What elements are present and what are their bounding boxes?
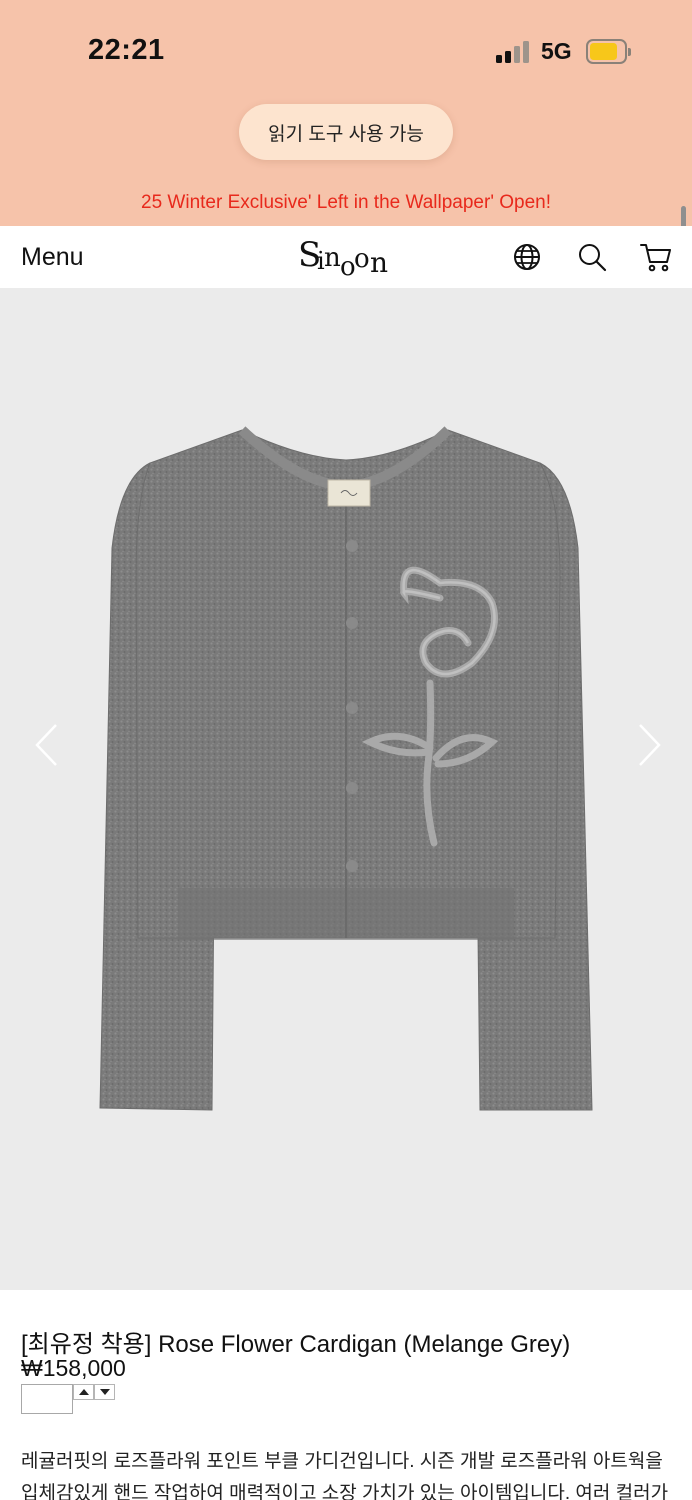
product-gallery[interactable]	[0, 288, 692, 1290]
globe-icon[interactable]	[511, 241, 543, 273]
reader-tool-button[interactable]: 읽기 도구 사용 가능	[239, 104, 453, 160]
product-image	[99, 426, 593, 1111]
product-title: [최유정 착용] Rose Flower Cardigan (Melange G…	[21, 1331, 571, 1358]
chevron-right-icon	[639, 724, 661, 766]
svg-text:S: S	[298, 236, 319, 275]
site-header: Menu S i n o o n	[0, 226, 692, 288]
quantity-input[interactable]	[21, 1384, 73, 1414]
status-time: 22:21	[88, 34, 165, 66]
product-price: ₩158,000	[21, 1355, 126, 1381]
logo[interactable]: S i n o o n	[298, 235, 394, 289]
top-banner-area: 22:21 5G 읽기 도구 사용 가능 25 Winter Exclusive…	[0, 0, 692, 226]
signal-icon	[496, 41, 532, 63]
chevron-left-icon	[35, 724, 57, 766]
promo-banner-link[interactable]: 25 Winter Exclusive' Left in the Wallpap…	[0, 192, 692, 214]
search-icon[interactable]	[576, 241, 608, 273]
caret-up-icon	[78, 1389, 89, 1395]
svg-text:o: o	[354, 244, 369, 274]
product-description-line: 레귤러핏의 로즈플라워 포인트 부클 가디건입니다. 시즌 개발 로즈플라워 아…	[21, 1451, 663, 1472]
svg-text:n: n	[370, 246, 388, 279]
quantity-decrease-button[interactable]	[94, 1384, 115, 1400]
logo-wordmark: S i n o o n	[298, 235, 391, 282]
gallery-prev-button[interactable]	[32, 722, 62, 768]
svg-text:o: o	[340, 252, 355, 280]
quantity-increase-button[interactable]	[73, 1384, 94, 1400]
network-label: 5G	[541, 38, 572, 64]
battery-icon	[586, 39, 631, 64]
product-description-line: 입체감있게 핸드 작업하여 매력적이고 소장 가치가 있는 아이템입니다. 여러…	[21, 1483, 669, 1500]
cart-icon[interactable]	[639, 241, 671, 273]
gallery-next-button[interactable]	[634, 722, 664, 768]
menu-button[interactable]: Menu	[21, 243, 84, 272]
caret-down-icon	[99, 1389, 110, 1395]
svg-text:n: n	[324, 243, 341, 273]
